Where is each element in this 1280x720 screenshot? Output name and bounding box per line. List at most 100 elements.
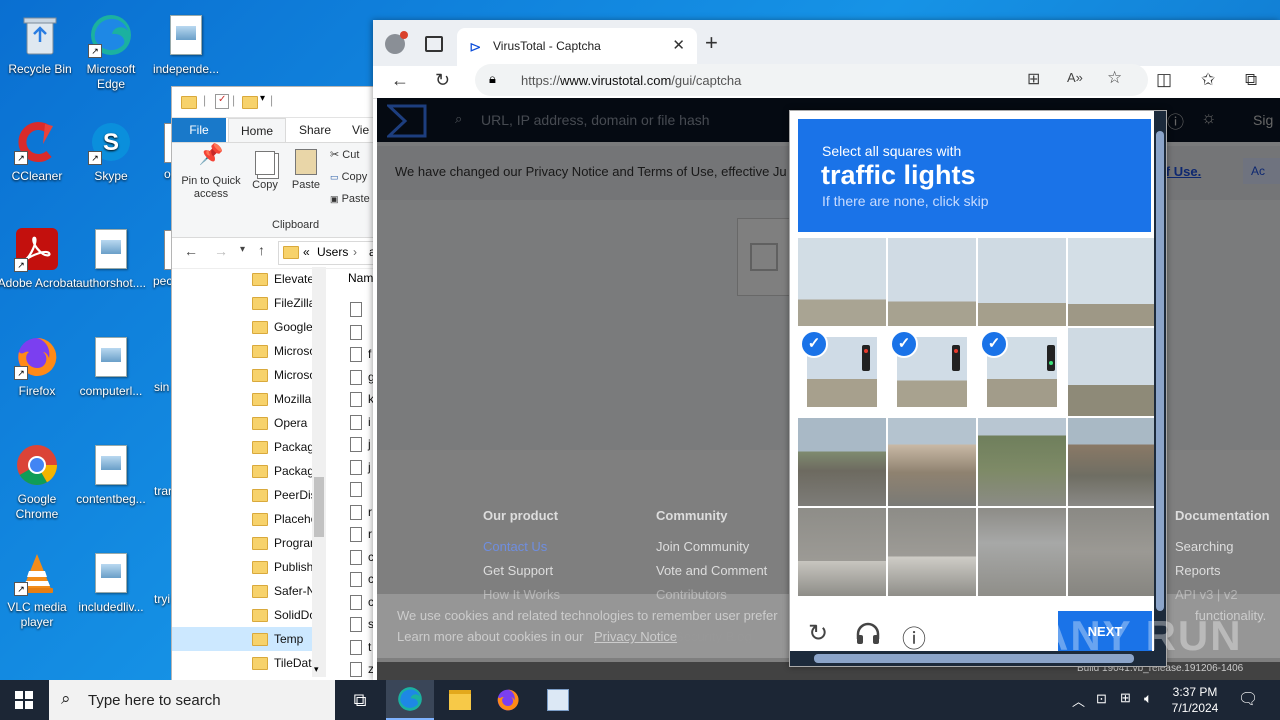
address-bar[interactable]: « Users › a (278, 241, 376, 265)
file-row[interactable]: f (350, 342, 371, 366)
close-tab-icon[interactable]: ✕ (672, 36, 685, 54)
footer-link-reports[interactable]: Reports (1175, 563, 1221, 578)
footer-link-join[interactable]: Join Community (656, 539, 749, 554)
tab-file[interactable]: File (172, 118, 226, 142)
challenge-tile[interactable] (888, 508, 976, 596)
back-icon[interactable]: ← (391, 68, 409, 92)
up-arrow-icon[interactable]: ↑ (258, 242, 265, 258)
challenge-tile[interactable] (798, 238, 886, 326)
pin-to-quick-access-button[interactable]: 📌 Pin to Quick access (176, 145, 246, 201)
file-row[interactable]: t (350, 635, 371, 659)
notifications-icon[interactable]: 🗨︎ (1238, 689, 1258, 709)
quick-access-dropdown-icon[interactable]: ▾ (260, 93, 265, 104)
challenge-tile[interactable]: ✓ (798, 328, 886, 416)
file-row[interactable]: c (350, 590, 374, 614)
desktop-icon-file-authorshot[interactable]: authorshot.... (71, 222, 151, 291)
footer-link-searching[interactable]: Searching (1175, 539, 1234, 554)
challenge-tile[interactable] (888, 238, 976, 326)
challenge-tile[interactable] (798, 508, 886, 596)
desktop-icon-skype[interactable]: S ↗ Skype (71, 115, 151, 184)
challenge-tile[interactable] (798, 418, 886, 506)
nav-item[interactable]: PeerDis (252, 483, 314, 507)
challenge-scrollbar[interactable] (1154, 111, 1166, 666)
challenge-tile[interactable] (1068, 418, 1156, 506)
nav-item[interactable]: Microso (252, 363, 314, 387)
challenge-tile[interactable] (1068, 238, 1156, 326)
file-row[interactable]: z (350, 657, 374, 681)
nav-item[interactable]: Safer-N (252, 579, 314, 603)
nav-item[interactable]: Placeho (252, 507, 314, 531)
properties-icon[interactable]: ✓ (215, 94, 229, 109)
privacy-notice-link[interactable]: Privacy Notice (594, 629, 677, 644)
start-button[interactable] (0, 680, 48, 720)
new-folder-icon[interactable] (242, 96, 258, 109)
file-row[interactable]: j (350, 432, 371, 456)
favorites-icon[interactable]: ✩ (1201, 68, 1215, 92)
paste-shortcut-button[interactable]: ▣ Paste (330, 193, 370, 206)
challenge-tile[interactable] (978, 238, 1066, 326)
challenge-tile[interactable] (978, 508, 1066, 596)
file-row[interactable]: i (350, 410, 371, 434)
url-bar[interactable]: 🔒︎ https://www.virustotal.com/gui/captch… (475, 64, 1148, 96)
nav-item[interactable]: FileZilla (252, 291, 314, 315)
nav-item[interactable]: Microso (252, 339, 314, 363)
desktop-icon-file-computerl[interactable]: computerl... (71, 330, 151, 399)
cut-button[interactable]: ✂ Cut (330, 149, 359, 162)
tab-home[interactable]: Home (228, 118, 286, 142)
show-hidden-icons[interactable]: ︿ (1072, 691, 1085, 710)
taskbar-file-explorer[interactable] (436, 680, 484, 720)
challenge-tile[interactable] (1068, 328, 1156, 416)
challenge-tile[interactable] (978, 418, 1066, 506)
profile-avatar[interactable] (385, 31, 408, 54)
desktop-icon-firefox[interactable]: ↗ Firefox (0, 330, 77, 399)
nav-item[interactable]: TileData (252, 651, 314, 675)
copy-path-button[interactable]: ▭ Copy (330, 171, 367, 184)
nav-scrollbar-thumb[interactable] (314, 477, 324, 537)
split-screen-icon[interactable]: ◫ (1156, 68, 1172, 92)
tab-share[interactable]: Share (292, 118, 338, 142)
refresh-challenge-icon[interactable]: ↻ (808, 619, 828, 648)
paste-button[interactable]: Paste (288, 149, 324, 192)
nav-item[interactable]: Mozilla (252, 387, 314, 411)
file-row[interactable]: r (350, 500, 372, 524)
nav-item[interactable]: Publish (252, 555, 314, 579)
column-header-name[interactable]: Nam (348, 271, 373, 285)
desktop-icon-file-independe[interactable]: independe... (146, 8, 226, 77)
taskbar-search-box[interactable]: ⌕ Type here to search (49, 680, 335, 720)
collections-icon[interactable]: ⧉ (1245, 68, 1257, 92)
recent-dropdown-icon[interactable]: ▾ (240, 244, 245, 255)
taskbar-app[interactable] (534, 680, 582, 720)
nav-item[interactable]: SolidDo (252, 603, 314, 627)
footer-link-support[interactable]: Get Support (483, 563, 553, 578)
desktop-icon-ccleaner[interactable]: ↗ CCleaner (0, 115, 77, 184)
footer-link-contact[interactable]: Contact Us (483, 539, 547, 554)
file-row[interactable]: c (350, 545, 374, 569)
desktop-icon-edge[interactable]: ↗ Microsoft Edge (71, 8, 151, 92)
back-arrow-icon[interactable]: ← (184, 243, 198, 259)
network-status-icon[interactable]: ⊞ (1120, 690, 1131, 706)
favorite-star-icon[interactable]: ☆ (1107, 68, 1122, 88)
challenge-tile[interactable] (888, 418, 976, 506)
nav-item[interactable]: Elevate (252, 267, 314, 291)
scroll-down-icon[interactable]: ▾ (314, 664, 319, 675)
nav-item[interactable]: Packag (252, 459, 314, 483)
desktop-icon-file-includedliv[interactable]: includedliv... (71, 546, 151, 615)
challenge-tile[interactable]: ✓ (978, 328, 1066, 416)
nav-item[interactable]: Temp (172, 627, 314, 651)
file-row[interactable]: c (350, 567, 374, 591)
footer-link-vote[interactable]: Vote and Comment (656, 563, 767, 578)
new-tab-icon[interactable]: + (705, 30, 718, 56)
file-row[interactable]: g (350, 365, 375, 389)
desktop-icon-vlc[interactable]: ↗ VLC media player (0, 546, 77, 630)
file-row[interactable]: k (350, 387, 374, 411)
info-icon[interactable]: ⓘ (902, 619, 926, 654)
nav-item[interactable]: Progran (252, 531, 314, 555)
read-aloud-icon[interactable]: A» (1067, 70, 1083, 85)
challenge-tile[interactable]: ✓ (888, 328, 976, 416)
file-row[interactable]: j (350, 455, 371, 479)
refresh-icon[interactable]: ↻ (435, 68, 450, 92)
nav-item[interactable]: Opera (252, 411, 314, 435)
nav-item[interactable]: Packag (252, 435, 314, 459)
desktop-icon-recycle-bin[interactable]: Recycle Bin (0, 8, 80, 77)
file-row[interactable]: s (350, 612, 374, 636)
